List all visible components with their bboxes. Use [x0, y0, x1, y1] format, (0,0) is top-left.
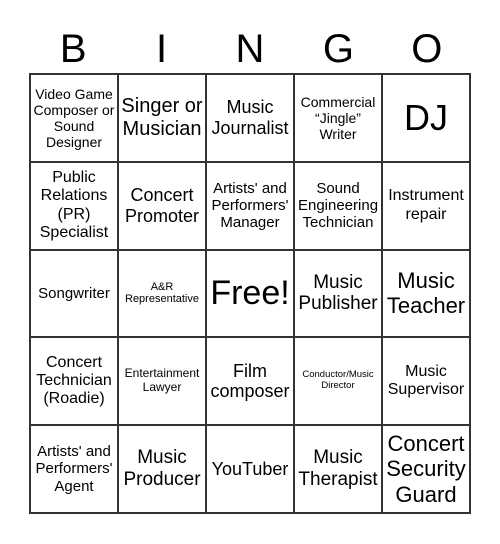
bingo-cell[interactable]: Music Journalist — [206, 74, 294, 162]
bingo-cell[interactable]: Sound Engineering Technician — [294, 161, 382, 250]
bingo-cell[interactable]: Artists' and Performers' Manager — [206, 161, 294, 250]
bingo-cell[interactable]: Concert Security Guard — [382, 425, 470, 513]
cell-label: DJ — [404, 97, 448, 139]
cell-label: Entertainment Lawyer — [124, 366, 200, 395]
cell-label: Music Journalist — [211, 97, 289, 138]
cell-label: Artists' and Performers' Agent — [35, 443, 113, 495]
bingo-cell[interactable]: Music Publisher — [294, 249, 382, 338]
bingo-cell[interactable]: Artists' and Performers' Agent — [30, 425, 118, 513]
cell-label: Conductor/Music Director — [302, 369, 374, 392]
bingo-cell[interactable]: A&R Representative — [118, 249, 206, 338]
cell-label: Music Therapist — [298, 447, 378, 491]
bingo-cell[interactable]: Singer or Musician — [118, 74, 206, 162]
cell-label: Concert Technician (Roadie) — [36, 353, 112, 408]
cell-label: Film composer — [210, 360, 290, 402]
cell-label: Music Publisher — [298, 271, 378, 315]
bingo-cell[interactable]: Conductor/Music Director — [294, 337, 382, 426]
bingo-cell[interactable]: Instrument repair — [382, 161, 470, 250]
bingo-cell[interactable]: Public Relations (PR) Specialist — [30, 161, 118, 250]
cell-label: A&R Representative — [125, 280, 199, 306]
bingo-cell[interactable]: Video Game Composer or Sound Designer — [30, 74, 118, 162]
header-letter: I — [156, 27, 168, 71]
cell-label: Sound Engineering Technician — [297, 179, 379, 232]
bingo-cell[interactable]: Music Teacher — [382, 249, 470, 338]
cell-label: Commercial “Jingle” Writer — [300, 93, 376, 142]
header-letter: N — [235, 27, 265, 71]
bingo-grid: Video Game Composer or Sound Designer Sin… — [29, 73, 471, 514]
bingo-cell[interactable]: Commercial “Jingle” Writer — [294, 74, 382, 162]
bingo-cell[interactable]: Entertainment Lawyer — [118, 337, 206, 426]
bingo-cell[interactable]: YouTuber — [206, 425, 294, 513]
cell-label: Songwriter — [38, 284, 110, 302]
cell-label: Concert Security Guard — [386, 431, 466, 507]
bingo-cell[interactable]: Songwriter — [30, 249, 118, 338]
bingo-cell[interactable]: Music Producer — [118, 425, 206, 513]
cell-label: YouTuber — [211, 458, 289, 479]
cell-label: Artists' and Performers' Manager — [211, 179, 289, 232]
cell-label: Music Producer — [123, 447, 201, 491]
header-letter: G — [322, 27, 354, 71]
cell-label: Instrument repair — [388, 187, 464, 223]
header-letter: O — [411, 27, 443, 71]
bingo-cell[interactable]: Concert Technician (Roadie) — [30, 337, 118, 426]
cell-label: Free! — [210, 273, 290, 312]
cell-label: Concert Promoter — [124, 185, 200, 226]
bingo-cell[interactable]: Music Therapist — [294, 425, 382, 513]
cell-label: Singer or Musician — [121, 94, 203, 140]
bingo-cell[interactable]: DJ — [382, 74, 470, 162]
bingo-header: BINGO — [29, 24, 471, 74]
cell-label: Music Supervisor — [387, 362, 465, 399]
free-space[interactable]: Free! — [206, 249, 294, 338]
bingo-cell[interactable]: Film composer — [206, 337, 294, 426]
bingo-cell[interactable]: Music Supervisor — [382, 337, 470, 426]
cell-label: Music Teacher — [386, 268, 466, 319]
cell-label: Public Relations (PR) Specialist — [39, 168, 109, 242]
header-letter: B — [59, 27, 87, 71]
bingo-cell[interactable]: Concert Promoter — [118, 161, 206, 250]
cell-label: Video Game Composer or Sound Designer — [33, 85, 115, 150]
